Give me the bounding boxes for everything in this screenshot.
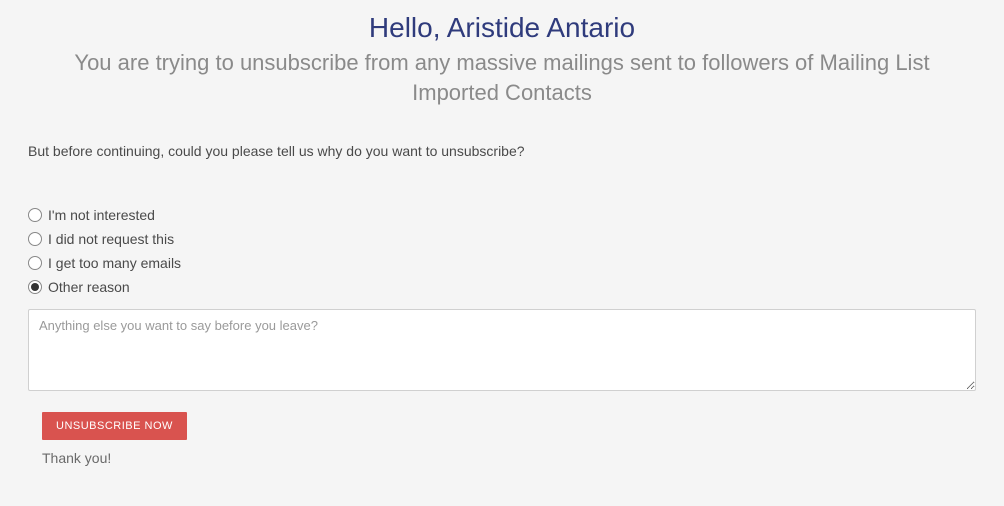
option-not-interested-label[interactable]: I'm not interested	[48, 207, 155, 223]
option-too-many-label[interactable]: I get too many emails	[48, 255, 181, 271]
option-other-row: Other reason	[28, 279, 976, 295]
prompt-text: But before continuing, could you please …	[28, 143, 976, 159]
option-not-requested-radio[interactable]	[28, 232, 42, 246]
option-too-many-radio[interactable]	[28, 256, 42, 270]
option-other-label[interactable]: Other reason	[48, 279, 130, 295]
option-too-many-row: I get too many emails	[28, 255, 976, 271]
option-other-radio[interactable]	[28, 280, 42, 294]
option-not-interested-radio[interactable]	[28, 208, 42, 222]
greeting-title: Hello, Aristide Antario	[28, 0, 976, 48]
subtitle-text: You are trying to unsubscribe from any m…	[28, 48, 976, 143]
reason-options: I'm not interested I did not request thi…	[28, 207, 976, 295]
unsubscribe-button[interactable]: UNSUBSCRIBE NOW	[42, 412, 187, 440]
option-not-interested-row: I'm not interested	[28, 207, 976, 223]
thank-you-text: Thank you!	[42, 450, 976, 466]
feedback-textarea[interactable]	[28, 309, 976, 391]
option-not-requested-row: I did not request this	[28, 231, 976, 247]
option-not-requested-label[interactable]: I did not request this	[48, 231, 174, 247]
